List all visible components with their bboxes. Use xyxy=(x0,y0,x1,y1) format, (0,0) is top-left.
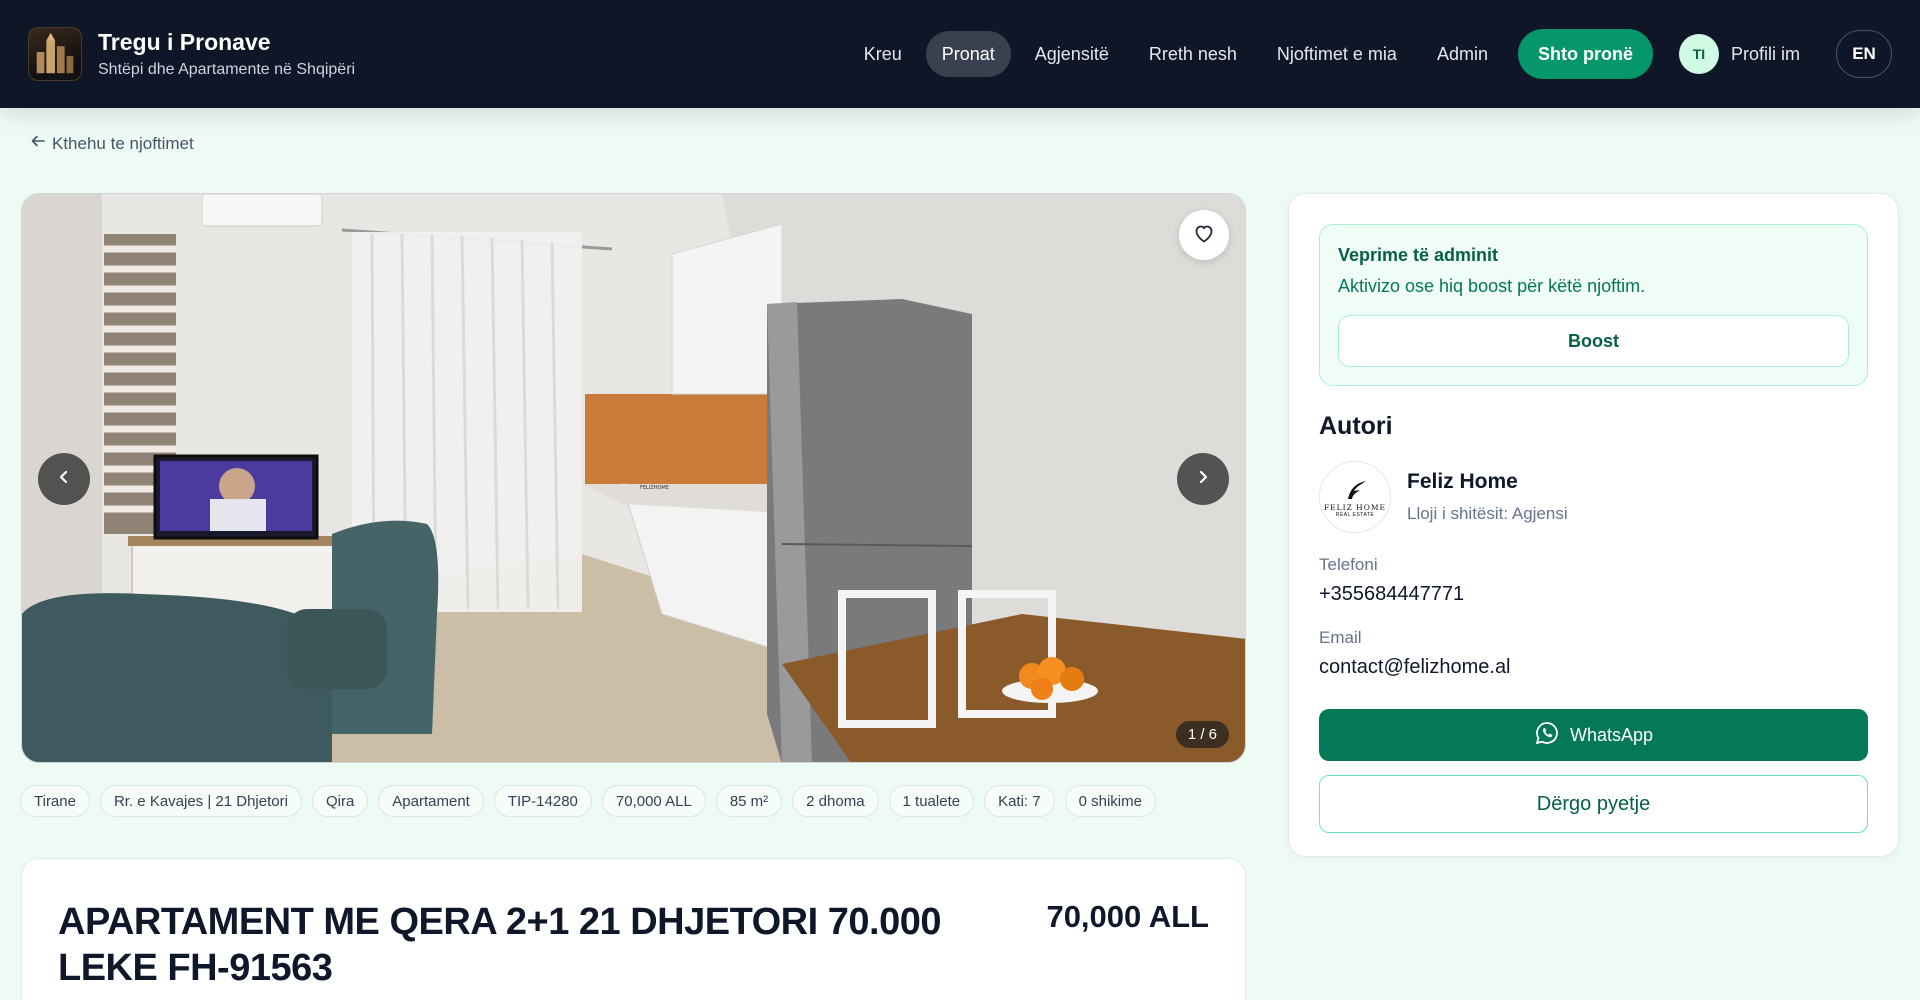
author-logo-subtext: REAL ESTATE xyxy=(1335,511,1375,518)
chevron-left-icon xyxy=(55,468,73,491)
chip-floor: Kati: 7 xyxy=(984,785,1055,817)
admin-actions-title: Veprime të adminit xyxy=(1338,245,1499,265)
nav-item-rreth-nesh[interactable]: Rreth nesh xyxy=(1133,31,1253,77)
admin-actions-description: Aktivizo ose hiq boost për këtë njoftim. xyxy=(1338,276,1646,296)
listing-header-card: APARTAMENT ME QERA 2+1 21 DHJETORI 70.00… xyxy=(21,858,1246,1000)
whatsapp-button[interactable]: WhatsApp xyxy=(1319,709,1868,761)
nav-item-njoftimet-e-mia[interactable]: Njoftimet e mia xyxy=(1261,31,1413,77)
profile-label: Profili im xyxy=(1730,43,1800,64)
add-property-button[interactable]: Shto pronë xyxy=(1517,29,1653,79)
nav-item-pronat[interactable]: Pronat xyxy=(925,31,1011,77)
avatar: TI xyxy=(1678,34,1719,74)
chip-address: Rr. e Kavajes | 21 Dhjetori xyxy=(99,785,302,817)
send-inquiry-button[interactable]: Dërgo pyetje xyxy=(1319,775,1868,833)
email-value[interactable]: contact@felizhome.al xyxy=(1319,656,1868,679)
boost-button[interactable]: Boost xyxy=(1338,315,1849,367)
chip-bathrooms: 1 tualete xyxy=(888,785,975,817)
brand[interactable]: Tregu i Pronave Shtëpi dhe Apartamente n… xyxy=(28,27,355,81)
heart-icon xyxy=(1192,221,1216,250)
chip-area: 85 m² xyxy=(715,785,783,817)
arrow-left-icon xyxy=(30,133,46,154)
previous-photo-button[interactable] xyxy=(38,453,90,505)
next-photo-button[interactable] xyxy=(1177,453,1229,505)
chip-city: Tirane xyxy=(20,785,90,817)
brand-subtitle: Shtëpi dhe Apartamente në Shqipëri xyxy=(98,60,356,78)
chip-rooms: 2 dhoma xyxy=(792,785,879,817)
nav-item-kreu[interactable]: Kreu xyxy=(848,31,918,77)
brand-title: Tregu i Pronave xyxy=(98,28,271,55)
phone-value[interactable]: +355684447771 xyxy=(1319,583,1868,606)
whatsapp-icon xyxy=(1534,720,1560,751)
listing-attributes: Tirane Rr. e Kavajes | 21 Dhjetori Qira … xyxy=(20,785,1156,817)
photo-counter: 1 / 6 xyxy=(1175,721,1229,748)
back-to-listings-link[interactable]: Kthehu te njoftimet xyxy=(30,133,194,154)
brand-logo xyxy=(28,27,82,81)
main-nav: Kreu Pronat Agjensitë Rreth nesh Njoftim… xyxy=(848,29,1892,79)
listing-price: 70,000 ALL xyxy=(1046,899,1209,934)
admin-actions-panel: Veprime të adminit Aktivizo ose hiq boos… xyxy=(1319,224,1868,386)
svg-text:FELIZHOME: FELIZHOME xyxy=(640,485,669,491)
nav-item-admin[interactable]: Admin xyxy=(1421,31,1504,77)
nav-item-agjensite[interactable]: Agjensitë xyxy=(1019,31,1125,77)
chip-transaction: Qira xyxy=(311,785,369,817)
back-link-label: Kthehu te njoftimet xyxy=(52,133,194,153)
top-navbar: Tregu i Pronave Shtëpi dhe Apartamente n… xyxy=(0,0,1920,108)
profile-menu[interactable]: TI Profili im xyxy=(1678,34,1800,74)
chip-price: 70,000 ALL xyxy=(601,785,706,817)
author-name[interactable]: Feliz Home xyxy=(1407,470,1568,494)
chip-views: 0 shikime xyxy=(1064,785,1156,817)
listing-photo: FELIZHOME xyxy=(22,194,1245,762)
chip-listing-code: TIP-14280 xyxy=(493,785,592,817)
author-heading: Autori xyxy=(1319,412,1393,440)
author-info: FELIZ HOME REAL ESTATE Feliz Home Lloji … xyxy=(1319,461,1868,533)
photo-gallery: FELIZHOME 1 / 6 xyxy=(21,193,1246,763)
email-label: Email xyxy=(1319,628,1362,647)
favorite-button[interactable] xyxy=(1179,210,1229,260)
author-logo-text: FELIZ HOME xyxy=(1323,502,1387,512)
listing-title: APARTAMENT ME QERA 2+1 21 DHJETORI 70.00… xyxy=(58,901,941,989)
author-logo[interactable]: FELIZ HOME REAL ESTATE xyxy=(1319,461,1391,533)
chip-property-type: Apartament xyxy=(378,785,484,817)
author-seller-type: Lloji i shitësit: Agjensi xyxy=(1407,504,1568,523)
chevron-right-icon xyxy=(1194,468,1212,491)
phone-label: Telefoni xyxy=(1319,555,1378,574)
listing-sidebar: Veprime të adminit Aktivizo ose hiq boos… xyxy=(1288,193,1899,857)
whatsapp-label: WhatsApp xyxy=(1569,724,1654,745)
language-switch-button[interactable]: EN xyxy=(1836,30,1892,78)
